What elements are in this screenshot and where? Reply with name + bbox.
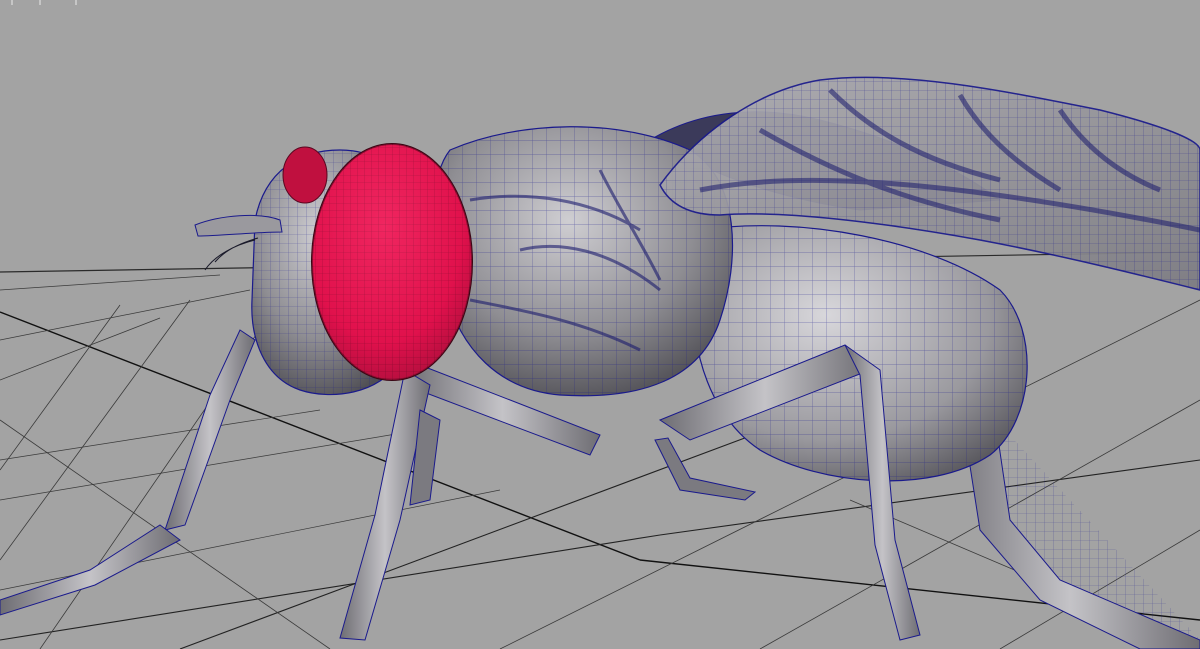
far-front-leg <box>0 329 256 616</box>
front-leg <box>339 364 601 641</box>
far-eye <box>282 146 328 204</box>
abdomen <box>691 225 1028 482</box>
compound-eye <box>311 143 473 381</box>
viewport-corner-marks <box>11 0 77 5</box>
3d-scene[interactable] <box>0 0 1200 649</box>
middle-leg <box>654 344 921 641</box>
viewport-panel[interactable] <box>0 0 1200 649</box>
